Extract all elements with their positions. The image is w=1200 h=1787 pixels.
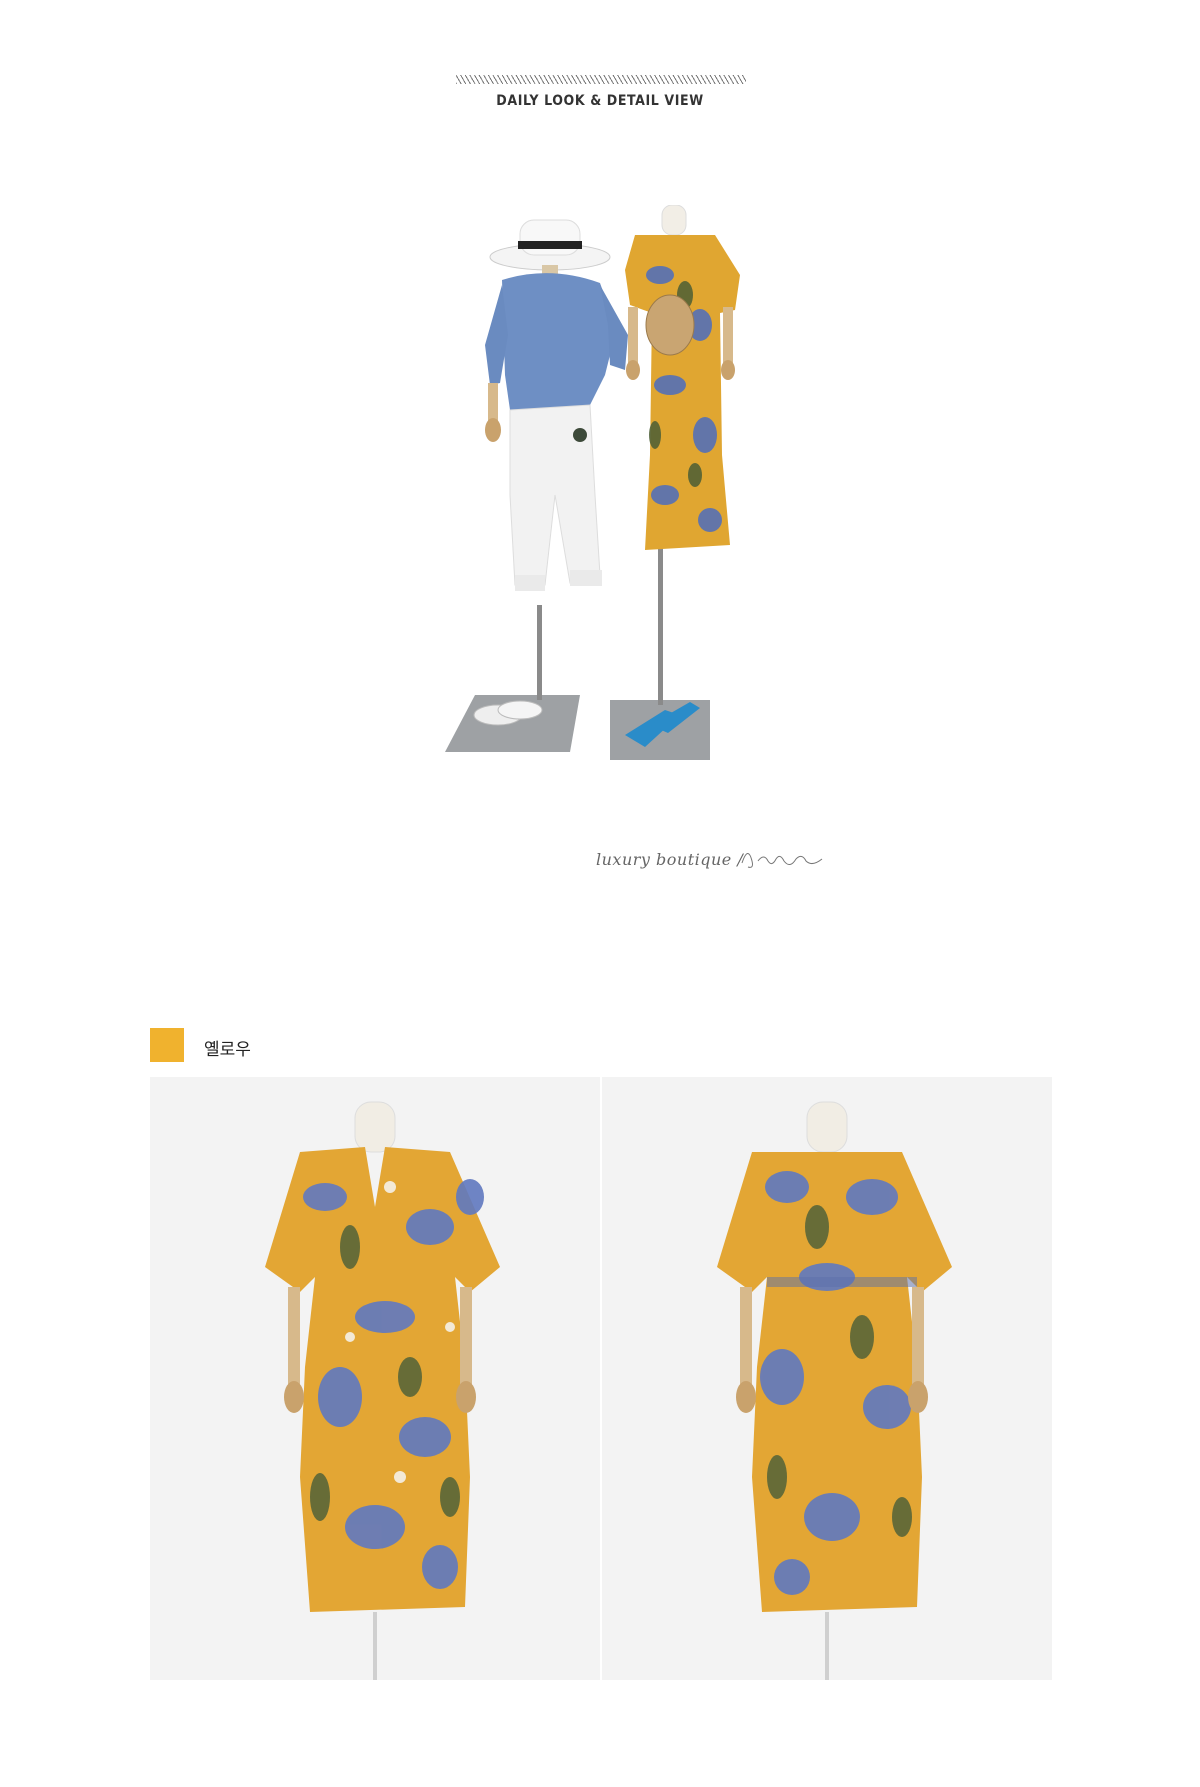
hatch-divider-icon (456, 75, 746, 84)
boutique-caption: luxury boutique / (596, 850, 744, 869)
color-swatch (150, 1028, 184, 1062)
section-title: DAILY LOOK & DETAIL VIEW (496, 93, 704, 109)
signature-mark-icon (741, 853, 823, 868)
mannequin-look-photo (445, 205, 740, 760)
dress-back-photo (602, 1077, 1052, 1680)
color-name-label: 옐로우 (204, 1040, 251, 1060)
dress-front-photo (150, 1077, 600, 1680)
